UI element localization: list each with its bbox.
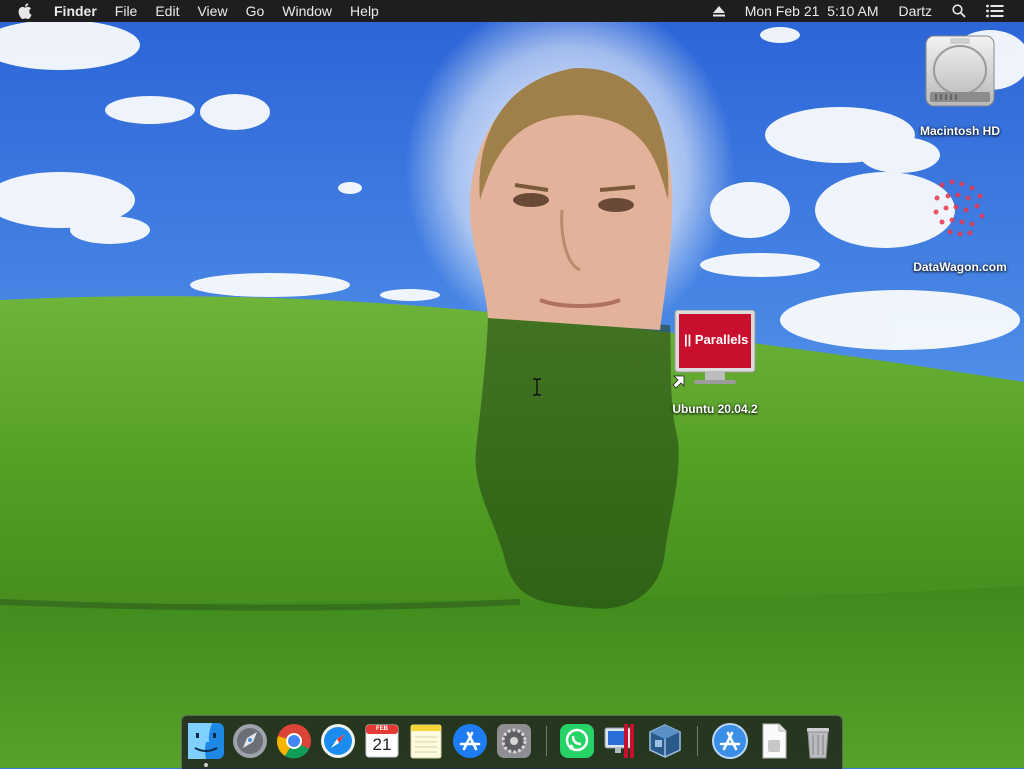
dock-item-whatsapp[interactable]: [558, 722, 596, 760]
dock-item-launchpad[interactable]: [231, 722, 269, 760]
dock-item-finder[interactable]: [187, 722, 225, 760]
desktop-icon-macintosh-hd[interactable]: Macintosh HD: [905, 32, 1015, 138]
spotlight-search-icon[interactable]: [952, 4, 966, 18]
dock-item-document-stack[interactable]: [755, 722, 793, 760]
notification-center-icon[interactable]: [986, 4, 1004, 18]
menu-app-finder[interactable]: Finder: [54, 3, 97, 19]
ibeam-cursor-icon: [532, 378, 542, 401]
menubar-clock[interactable]: Mon Feb 21 5:10 AM: [745, 3, 879, 19]
menu-file[interactable]: File: [115, 3, 138, 19]
desktop-icon-label: Macintosh HD: [919, 124, 1000, 138]
dock-item-notes[interactable]: [407, 722, 445, 760]
finder-icon: [188, 723, 224, 759]
dock-item-virtualbox[interactable]: [646, 722, 684, 760]
safari-icon: [321, 724, 355, 758]
dock-item-system-preferences[interactable]: [495, 722, 533, 760]
menu-window[interactable]: Window: [282, 3, 332, 19]
menu-help[interactable]: Help: [350, 3, 379, 19]
dock-item-parallels[interactable]: [602, 722, 640, 760]
dock-item-applications-folder[interactable]: [711, 722, 749, 760]
menu-view[interactable]: View: [197, 3, 227, 19]
whatsapp-icon: [560, 724, 594, 758]
trash-icon: [807, 728, 829, 759]
hard-drive-icon: [922, 32, 998, 110]
calendar-day: 21: [372, 735, 392, 754]
launchpad-icon: [233, 724, 267, 758]
desktop-icon-ubuntu-vm[interactable]: || Parallels Ubuntu 20.04.2: [655, 309, 775, 416]
menu-edit[interactable]: Edit: [155, 3, 179, 19]
parallels-vm-icon: || Parallels: [670, 309, 760, 390]
document-icon: [762, 723, 787, 759]
app-store-icon: [712, 723, 748, 759]
eject-icon[interactable]: [712, 5, 725, 17]
apple-menu-icon[interactable]: [18, 2, 34, 20]
dock-separator: [546, 726, 547, 756]
dock-item-chrome[interactable]: [275, 722, 313, 760]
desktop-icon-label: Ubuntu 20.04.2: [672, 402, 758, 416]
chrome-icon: [277, 724, 311, 759]
virtualbox-icon: [649, 724, 681, 758]
desktop-wallpaper: [0, 0, 1024, 768]
menu-go[interactable]: Go: [246, 3, 265, 19]
menu-bar: Finder File Edit View Go Window Help Mon…: [0, 0, 1024, 22]
parallels-logo-text: || Parallels: [684, 332, 749, 347]
app-store-icon: [453, 724, 487, 758]
gear-icon: [497, 724, 531, 758]
desktop-icon-label: DataWagon.com: [913, 260, 1007, 274]
dock-item-calendar[interactable]: FEB 21: [363, 722, 401, 760]
parallels-icon: [604, 724, 634, 758]
running-indicator: [204, 763, 208, 767]
desktop-icon-datawagon[interactable]: DataWagon.com: [900, 170, 1020, 274]
datawagon-icon: [922, 170, 998, 248]
notes-icon: [410, 724, 442, 759]
menubar-user[interactable]: Dartz: [899, 3, 932, 19]
dock: FEB 21: [181, 715, 843, 769]
dock-item-app-store[interactable]: [451, 722, 489, 760]
calendar-month: FEB: [376, 726, 388, 732]
dock-separator: [697, 726, 698, 756]
dock-item-trash[interactable]: [799, 722, 837, 760]
dock-item-safari[interactable]: [319, 722, 357, 760]
